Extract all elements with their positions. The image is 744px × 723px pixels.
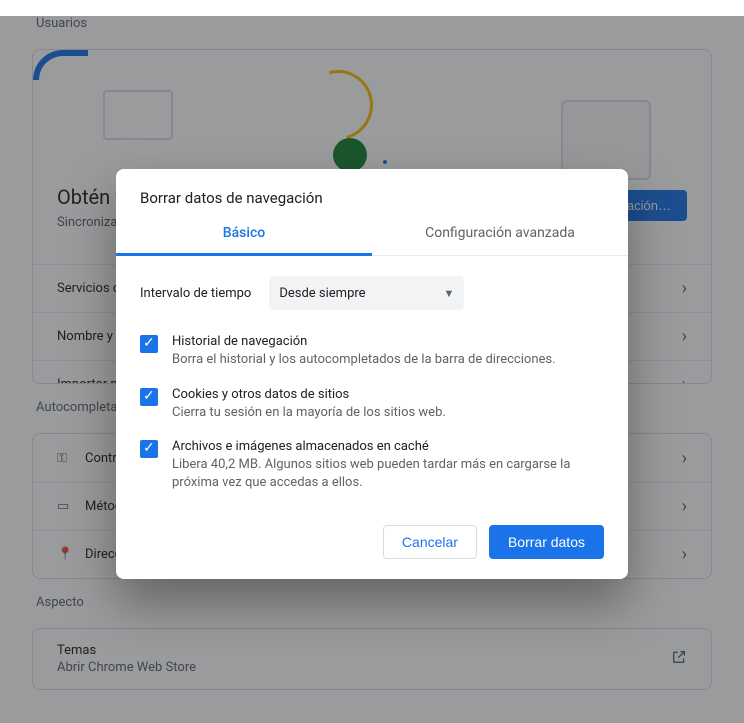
cancel-button[interactable]: Cancelar <box>383 525 477 559</box>
time-range-select[interactable]: Desde siempre ▼ <box>269 276 464 310</box>
option-browsing-history[interactable]: Historial de navegación Borra el histori… <box>140 334 604 369</box>
chevron-down-icon: ▼ <box>443 287 454 300</box>
checkbox-cookies[interactable] <box>140 388 158 406</box>
checkbox-cached[interactable] <box>140 440 158 458</box>
option-desc: Borra el historial y los autocompletados… <box>172 351 556 369</box>
time-range-value: Desde siempre <box>279 286 365 301</box>
clear-data-button[interactable]: Borrar datos <box>489 525 604 559</box>
option-desc: Cierra tu sesión en la mayoría de los si… <box>172 404 446 422</box>
tab-advanced[interactable]: Configuración avanzada <box>372 225 628 255</box>
dialog-tabs: Básico Configuración avanzada <box>116 225 628 256</box>
option-cookies[interactable]: Cookies y otros datos de sitios Cierra t… <box>140 387 604 422</box>
clear-browsing-data-dialog: Borrar datos de navegación Básico Config… <box>116 169 628 579</box>
time-range-label: Intervalo de tiempo <box>140 286 251 301</box>
option-desc: Libera 40,2 MB. Algunos sitios web puede… <box>172 456 572 491</box>
tab-basic[interactable]: Básico <box>116 225 372 256</box>
option-title: Historial de navegación <box>172 334 556 349</box>
option-title: Archivos e imágenes almacenados en caché <box>172 439 572 454</box>
option-title: Cookies y otros datos de sitios <box>172 387 446 402</box>
dialog-title: Borrar datos de navegación <box>116 169 628 225</box>
option-cached[interactable]: Archivos e imágenes almacenados en caché… <box>140 439 604 491</box>
checkbox-browsing-history[interactable] <box>140 335 158 353</box>
